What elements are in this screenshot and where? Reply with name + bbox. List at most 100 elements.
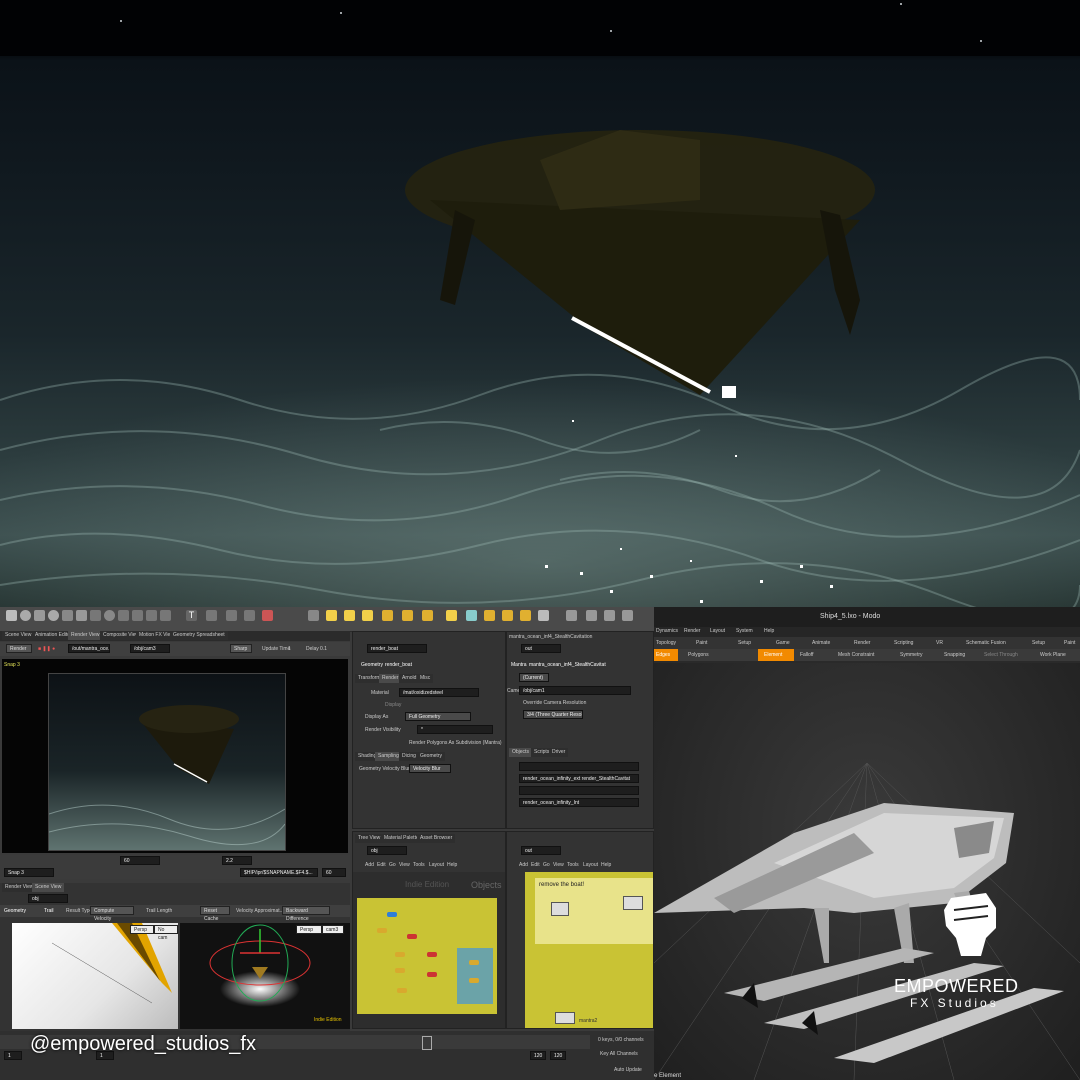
end-frame-field[interactable]: 120 — [530, 1051, 546, 1060]
node[interactable] — [469, 978, 479, 983]
sticky-note[interactable]: remove the boat! — [535, 878, 653, 944]
tab-setup[interactable]: Setup — [738, 640, 751, 646]
tube-icon[interactable] — [34, 610, 45, 621]
geometry-light-icon[interactable] — [382, 610, 393, 621]
caustic-light-icon[interactable] — [502, 610, 513, 621]
tab-objects[interactable]: Objects — [509, 748, 532, 757]
file-icon[interactable] — [262, 610, 273, 621]
sky-light-icon[interactable] — [466, 610, 477, 621]
line-icon[interactable] — [90, 610, 101, 621]
polygons-label[interactable]: Polygons — [688, 652, 709, 658]
menu-help[interactable]: Help — [447, 862, 457, 868]
metaball-icon[interactable] — [244, 610, 255, 621]
menu-tools[interactable]: Tools — [413, 862, 425, 868]
tab-schematic-fusion[interactable]: Schematic Fusion — [966, 640, 1006, 646]
menu-go[interactable]: Go — [389, 862, 396, 868]
menu-go[interactable]: Go — [543, 862, 550, 868]
delay-value[interactable]: 0.1 — [320, 646, 327, 652]
tab-tree-view[interactable]: Tree View — [355, 834, 384, 843]
mantra-node-icon[interactable] — [623, 896, 643, 910]
distant-light-icon[interactable] — [422, 610, 433, 621]
menu-layout[interactable]: Layout — [583, 862, 598, 868]
geometry-toolbar-label[interactable]: Geometry — [4, 908, 26, 914]
stereo-camera-icon[interactable] — [566, 610, 577, 621]
stop-icon[interactable]: ■ ❚❚ ● — [38, 646, 55, 652]
sharp-button[interactable]: Sharp — [230, 644, 252, 653]
path-icon[interactable] — [146, 610, 157, 621]
viewport-right[interactable]: Persp cam3 Indie Edition — [180, 923, 350, 1029]
tab-driver[interactable]: Driver — [549, 748, 569, 757]
volume-light-icon[interactable] — [402, 610, 413, 621]
geo-path-field[interactable]: render_boat — [367, 644, 427, 653]
node[interactable] — [427, 972, 437, 977]
spray-paint-icon[interactable] — [160, 610, 171, 621]
spot-light-icon[interactable] — [344, 610, 355, 621]
snapshot-field[interactable]: 60 — [120, 856, 160, 865]
display-as-dropdown[interactable]: Full Geometry — [405, 712, 471, 721]
environment-light-icon[interactable] — [446, 610, 457, 621]
tab-scene-view[interactable]: Scene View — [2, 631, 35, 640]
cam-dropdown[interactable]: cam3 — [322, 925, 344, 934]
snap-dropdown[interactable]: Snap 3 — [4, 868, 54, 877]
gamepad-camera-icon[interactable] — [622, 610, 633, 621]
mantra2-node[interactable] — [555, 1012, 575, 1024]
objects-field-3[interactable] — [519, 786, 639, 795]
element-label[interactable]: Element — [764, 652, 782, 658]
sphere-icon[interactable] — [20, 610, 31, 621]
tab-game[interactable]: Game — [776, 640, 790, 646]
edges-label[interactable]: Edges — [656, 652, 670, 658]
tab-vr[interactable]: VR — [936, 640, 943, 646]
menu-layout[interactable]: Layout — [429, 862, 444, 868]
platonic-icon[interactable] — [206, 610, 217, 621]
persp-dropdown-left[interactable]: Persp — [130, 925, 154, 934]
node[interactable] — [397, 988, 407, 993]
null-icon[interactable] — [76, 610, 87, 621]
mantra-path-field[interactable]: out — [521, 644, 561, 653]
tab-asset-browser[interactable]: Asset Browser — [417, 834, 456, 843]
objects-field-4[interactable]: render_ocean_infinity_Int — [519, 798, 639, 807]
menu-layout[interactable]: Layout — [710, 628, 725, 634]
select-through-label[interactable]: Select Through — [984, 652, 1018, 658]
menu-tools[interactable]: Tools — [567, 862, 579, 868]
draw-curve-icon[interactable] — [132, 610, 143, 621]
auto-update-label[interactable]: Auto Update — [614, 1067, 642, 1073]
portal-light-icon[interactable] — [520, 610, 531, 621]
menu-dynamics[interactable]: Dynamics — [656, 628, 678, 634]
tab-geometry-spreadsheet[interactable]: Geometry Spreadsheet — [170, 631, 228, 640]
falloff-label[interactable]: Falloff — [800, 652, 814, 658]
font-icon[interactable]: T — [186, 610, 197, 621]
persp-dropdown-right[interactable]: Persp — [296, 925, 322, 934]
node[interactable] — [395, 952, 405, 957]
compute-velocity-dropdown[interactable]: Compute Velocity — [90, 906, 134, 922]
area-light-icon[interactable] — [362, 610, 373, 621]
resolution-dropdown[interactable]: 3/4 (Three Quarter Resolution) — [523, 710, 583, 719]
key-all-channels-label[interactable]: Key All Channels — [600, 1051, 638, 1057]
subtab-sampling[interactable]: Sampling — [375, 752, 402, 761]
trail-label[interactable]: Trail — [44, 908, 54, 914]
ambient-light-icon[interactable] — [538, 610, 549, 621]
tab-animate[interactable]: Animate — [812, 640, 830, 646]
grid-icon[interactable] — [62, 610, 73, 621]
reset-cache-button[interactable]: Reset Cache — [200, 906, 230, 922]
material-field[interactable]: /mat/oxidizedsteel — [399, 688, 479, 697]
node[interactable] — [377, 928, 387, 933]
backward-difference-dropdown[interactable]: Backward Difference — [282, 906, 330, 922]
symmetry-label[interactable]: Symmetry — [900, 652, 923, 658]
switcher-icon[interactable] — [604, 610, 615, 621]
velocity-blur-dropdown[interactable]: Velocity Blur — [409, 764, 451, 773]
objects-field-2[interactable]: render_ocean_infinity_ext render_Stealth… — [519, 774, 639, 783]
network-path-field[interactable]: obj — [367, 846, 407, 855]
ipr-path-field[interactable]: $HIP/ipr/$SNAPNAME.$F4.$... — [240, 868, 318, 877]
render-viewport[interactable]: Snap 3 — [2, 659, 348, 853]
viewport-left[interactable]: Persp No cam — [12, 923, 178, 1029]
mesh-constraint-label[interactable]: Mesh Constraint — [838, 652, 874, 658]
torus-icon[interactable] — [48, 610, 59, 621]
mantra-tab[interactable]: mantra_ocean_inf4_StealthCavitation — [509, 634, 592, 640]
network-subbox[interactable] — [457, 948, 493, 1004]
circle-icon[interactable] — [104, 610, 115, 621]
menu-render[interactable]: Render — [684, 628, 700, 634]
exposure-field[interactable]: 2.2 — [222, 856, 252, 865]
menu-help[interactable]: Help — [601, 862, 611, 868]
tab-scripting[interactable]: Scripting — [894, 640, 913, 646]
tab-paint-2[interactable]: Paint — [1064, 640, 1075, 646]
